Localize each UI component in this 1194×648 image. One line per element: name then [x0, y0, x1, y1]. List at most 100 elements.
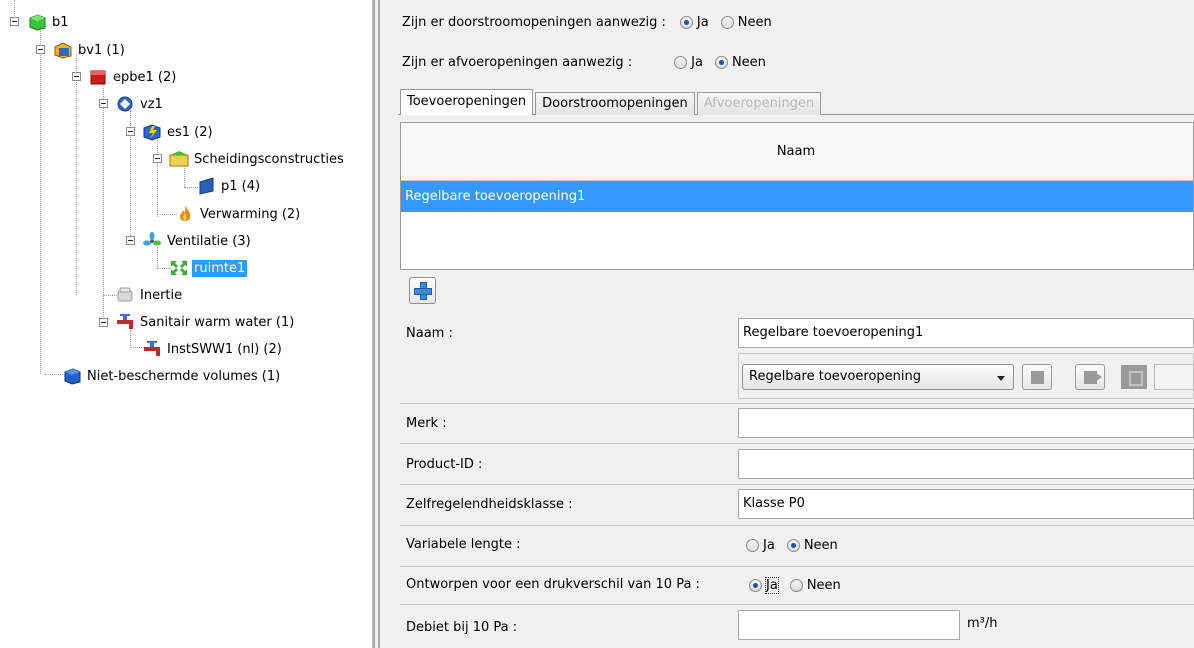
- opening-type-dropdown[interactable]: Regelbare toevoeropening: [742, 364, 1014, 390]
- tree-node-label: Verwarming (2): [200, 206, 301, 222]
- tree-node-p1[interactable]: p1 (4): [196, 176, 262, 196]
- construction-icon: [169, 150, 189, 168]
- tree-node-vz1[interactable]: vz1: [115, 94, 165, 114]
- tree-node-ruimte1[interactable]: ruimte1: [169, 258, 248, 278]
- tree-node-inertie[interactable]: Inertie: [115, 285, 184, 305]
- panel-splitter[interactable]: [372, 0, 398, 648]
- epbe1-collapse-toggle[interactable]: [72, 72, 81, 81]
- afvoer-question-row: Zijn er afvoeropeningen aanwezig : Ja Ne…: [402, 51, 778, 73]
- export-button[interactable]: [1075, 364, 1105, 390]
- red-cube-icon: [88, 68, 108, 86]
- debiet-field[interactable]: [738, 610, 960, 640]
- debiet-unit: m³/h: [967, 616, 998, 631]
- tree-node-bv1[interactable]: bv1 (1): [53, 40, 127, 60]
- table-header-naam[interactable]: Naam: [401, 123, 1193, 181]
- add-opening-button[interactable]: [409, 277, 436, 304]
- tab-bar: Toevoeropeningen Doorstroomopeningen Afv…: [400, 89, 823, 115]
- variabele-yes-radio[interactable]: [746, 538, 759, 552]
- scheiding-collapse-toggle[interactable]: [153, 154, 162, 163]
- tree-node-epbe1[interactable]: epbe1 (2): [88, 67, 178, 87]
- product-code-box: [1154, 364, 1194, 390]
- energy-sector-icon: [142, 123, 162, 141]
- zone-icon: [115, 95, 135, 113]
- openings-table[interactable]: Naam Regelbare toevoeropening1: [400, 122, 1194, 270]
- afvoer-yes-radio[interactable]: [674, 55, 688, 69]
- tab-afvoeropeningen: Afvoeropeningen: [696, 92, 822, 115]
- variabele-lengte-label: Variabele lengte :: [406, 537, 521, 552]
- variabele-no-radio[interactable]: [786, 538, 800, 552]
- tab-doorstroomopeningen[interactable]: Doorstroomopeningen: [535, 92, 695, 115]
- tree-node-es1[interactable]: es1 (2): [142, 122, 215, 142]
- flame-icon: [175, 205, 195, 223]
- database-icon[interactable]: [1121, 365, 1147, 389]
- doorstroom-yes-radio[interactable]: [679, 15, 693, 29]
- drukverschil-yes-radio[interactable]: [749, 578, 762, 592]
- tap-icon: [142, 340, 162, 358]
- doorstroom-question-label: Zijn er doorstroomopeningen aanwezig :: [402, 14, 666, 30]
- drukverschil-no-label: Neen: [806, 577, 841, 593]
- building-icon: [53, 41, 73, 59]
- drukverschil-radios: Ja Neen: [749, 574, 853, 596]
- afvoer-no-radio[interactable]: [714, 55, 728, 69]
- tree-node-label: Scheidingsconstructies: [194, 151, 344, 167]
- tree-node-sww[interactable]: Sanitair warm water (1): [115, 312, 296, 332]
- import-button[interactable]: [1022, 364, 1052, 390]
- merk-label: Merk :: [406, 416, 447, 431]
- tree-node-label: Inertie: [140, 287, 183, 303]
- naam-label: Naam :: [406, 326, 453, 341]
- tree-node-label: Niet-beschermde volumes (1): [87, 368, 281, 384]
- b1-collapse-toggle[interactable]: [10, 17, 19, 26]
- doorstroom-question-row: Zijn er doorstroomopeningen aanwezig : J…: [402, 11, 784, 33]
- doorstroom-no-label: Neen: [737, 14, 772, 30]
- tree-node-label: p1 (4): [221, 178, 261, 194]
- variabele-lengte-radios: Ja Neen: [746, 534, 850, 556]
- afvoer-no-label: Neen: [731, 54, 766, 70]
- es1-collapse-toggle[interactable]: [126, 127, 135, 136]
- room-icon: [169, 259, 189, 277]
- panel-icon: [196, 177, 216, 195]
- tree-node-verwarming[interactable]: Verwarming (2): [175, 204, 302, 224]
- tree-node-label: InstSWW1 (nl) (2): [167, 341, 282, 357]
- afvoer-question-label: Zijn er afvoeropeningen aanwezig :: [402, 54, 633, 70]
- bv1-collapse-toggle[interactable]: [36, 45, 45, 54]
- tree-node-label: es1 (2): [167, 124, 213, 140]
- vz1-collapse-toggle[interactable]: [99, 99, 108, 108]
- tree-node-label: b1: [52, 14, 69, 30]
- variabele-no-label: Neen: [803, 537, 838, 553]
- tab-toevoeropeningen[interactable]: Toevoeropeningen: [400, 89, 534, 115]
- drukverschil-no-radio[interactable]: [789, 578, 803, 592]
- chevron-down-icon: [997, 376, 1005, 381]
- afvoer-yes-label: Ja: [691, 54, 703, 70]
- debiet-label: Debiet bij 10 Pa :: [406, 620, 518, 635]
- export-icon: [1084, 371, 1102, 384]
- product-id-field[interactable]: [738, 449, 1194, 479]
- tree-node-scheidingsconstructies[interactable]: Scheidingsconstructies: [169, 149, 346, 169]
- project-tree[interactable]: b1 bv1 (1) epbe1 (2) vz1 es1 (2) Scheidi…: [0, 0, 372, 648]
- variabele-yes-label: Ja: [763, 537, 775, 553]
- tree-node-ventilatie[interactable]: Ventilatie (3): [142, 231, 253, 251]
- sww-collapse-toggle[interactable]: [99, 318, 108, 327]
- tree-node-b1[interactable]: b1: [27, 12, 71, 32]
- zelfregelendheidsklasse-field[interactable]: Klasse P0: [738, 489, 1194, 519]
- opening-type-value: Regelbare toevoeropening: [749, 369, 922, 384]
- tree-node-label: epbe1 (2): [113, 69, 177, 85]
- drukverschil-label: Ontworpen voor een drukverschil van 10 P…: [406, 577, 700, 592]
- green-cube-icon: [27, 13, 47, 31]
- drukverschil-yes-label: Ja: [765, 576, 779, 594]
- ventilatie-collapse-toggle[interactable]: [126, 236, 135, 245]
- merk-field[interactable]: [738, 408, 1194, 438]
- tree-node-instsww1[interactable]: InstSWW1 (nl) (2): [142, 339, 284, 359]
- blue-cube-icon: [62, 367, 82, 385]
- table-row[interactable]: Regelbare toevoeropening1: [401, 181, 1193, 212]
- tree-node-niet-beschermde-volumes[interactable]: Niet-beschermde volumes (1): [62, 366, 282, 386]
- tree-node-label: ruimte1: [192, 259, 248, 277]
- tree-node-label: Sanitair warm water (1): [140, 314, 295, 330]
- naam-field[interactable]: Regelbare toevoeropening1: [738, 318, 1194, 348]
- doorstroom-no-radio[interactable]: [720, 15, 734, 29]
- tree-node-label: bv1 (1): [78, 42, 125, 58]
- tap-icon: [115, 313, 135, 331]
- import-icon: [1031, 371, 1044, 384]
- product-id-label: Product-ID :: [406, 457, 483, 472]
- table-header-label: Naam: [776, 144, 816, 159]
- tree-node-label: vz1: [140, 96, 163, 112]
